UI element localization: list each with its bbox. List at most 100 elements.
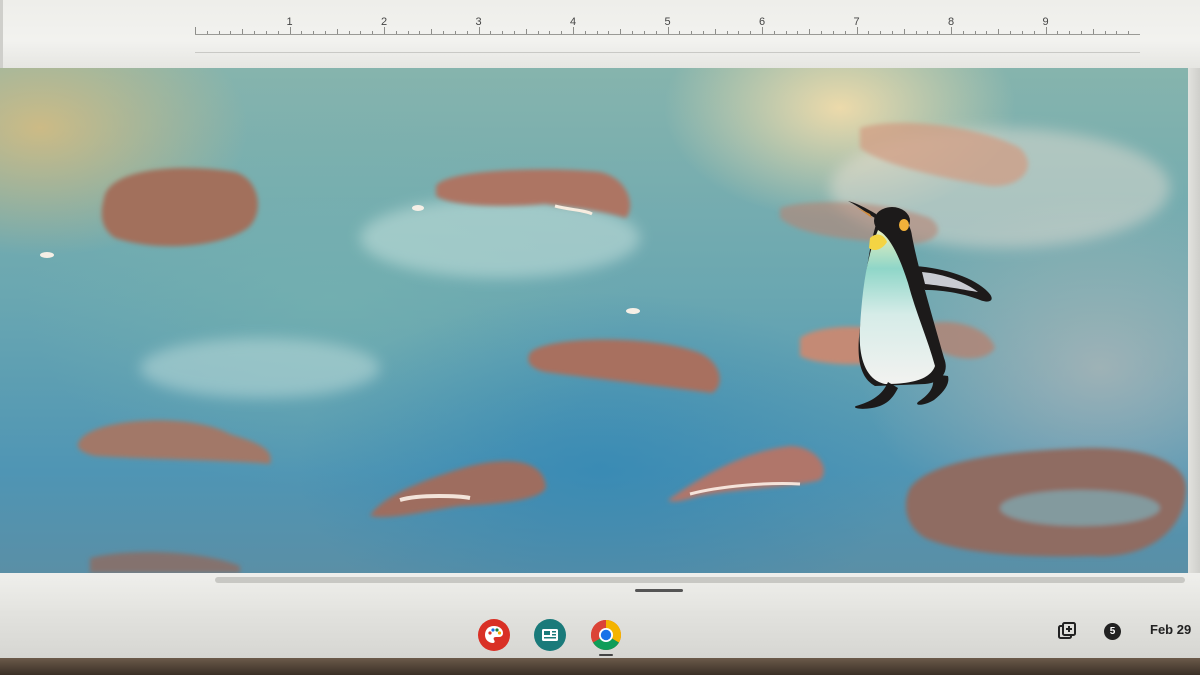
ruler-tick [301,31,303,34]
ruler-tick [1069,31,1071,34]
ruler-tick [1116,31,1118,34]
embedded-painting-image[interactable] [0,68,1188,573]
date-label[interactable]: Feb 29 [1150,622,1191,637]
right-scroll-edge [1188,68,1200,573]
ruler-tick [277,31,279,34]
ruler-tick [726,31,728,34]
ruler-tick [218,31,220,34]
ruler-tick [407,31,409,34]
ruler-tick [513,31,515,34]
ruler-tick [490,31,492,34]
ruler-tick [336,29,338,34]
ruler-tick [891,31,893,34]
ruler-tick [584,31,586,34]
ruler-tick [324,31,326,34]
ruler-tick [738,31,740,34]
ruler-tick [265,31,267,34]
ruler-tick [454,31,456,34]
ruler-tick [242,29,244,34]
ruler-tick [443,31,445,34]
ruler-tick [903,29,905,34]
ruler-tick [525,29,527,34]
ruler-tick [998,29,1000,34]
ruler-tick [289,27,291,34]
ruler-tick [537,31,539,34]
ruler-tick [691,31,693,34]
ruler-tick [230,31,232,34]
shelf-drag-handle[interactable] [635,589,683,592]
ruler-tick [915,31,917,34]
ruler-tick [1092,29,1094,34]
ruler-tick [714,29,716,34]
ruler-tick [939,31,941,34]
ruler-tick [880,31,882,34]
ruler-tick [478,27,480,34]
ruler-tick [927,31,929,34]
ruler-tick [750,31,752,34]
ruler-tick [206,31,208,34]
ruler-tick [667,27,669,34]
ruler-tick [419,31,421,34]
painting-svg [40,122,1186,573]
ruler-tick [1057,31,1059,34]
chrome-icon[interactable] [590,619,622,651]
screencast-icon[interactable] [534,619,566,651]
ruler-tick [809,29,811,34]
ruler-tick [856,27,858,34]
palette-icon[interactable] [478,619,510,651]
notification-count-badge[interactable]: 5 [1104,623,1121,640]
ruler-tick [643,31,645,34]
rock-4 [77,420,271,464]
ruler-tick [785,31,787,34]
horizontal-scrollbar[interactable] [215,577,1185,583]
ruler-tick [632,31,634,34]
ruler-tick [962,31,964,34]
ruler-tick [549,31,551,34]
rock-3 [528,339,720,393]
ruler-tick [620,29,622,34]
document-ruler-area: 123456789 [0,0,1200,600]
ruler-tick [832,31,834,34]
ruler-tick [986,31,988,34]
ruler-tick [395,31,397,34]
ruler-tick [360,31,362,34]
ruler-tick [1080,31,1082,34]
ruler-tick [502,31,504,34]
ruler-tick [974,31,976,34]
rock-5 [370,461,546,518]
horizontal-ruler[interactable]: 123456789 [195,12,1140,36]
ruler-tick [702,31,704,34]
ruler-tick [195,27,196,34]
ruler-tick [797,31,799,34]
ruler-tick [348,31,350,34]
ruler-tick [596,31,598,34]
rock-1 [101,167,258,247]
tote-icon[interactable] [1056,620,1078,642]
ruler-tick [431,29,433,34]
ruler-tick [655,31,657,34]
ruler-tick [821,31,823,34]
ruler-tick [762,27,763,34]
rock-12 [90,551,240,573]
chrome-running-indicator [599,654,613,656]
ruler-tick [1010,31,1012,34]
ruler-baseline [195,34,1140,35]
screen-bezel [0,658,1200,675]
ruler-tick [679,31,681,34]
ruler-tick [313,31,315,34]
rock-7-water [1000,490,1160,526]
ruler-guide-line [195,52,1140,53]
ruler-tick [1021,31,1023,34]
ruler-tick [466,31,468,34]
ruler-tick [951,27,952,34]
ruler-tick [608,31,610,34]
ruler-tick [372,31,374,34]
ruler-tick [773,31,775,34]
ruler-tick [573,27,574,34]
ruler-tick [1033,31,1035,34]
ruler-tick [254,31,256,34]
ruler-tick [1104,31,1106,34]
ruler-tick [868,31,870,34]
ruler-tick [384,27,385,34]
ruler-tick [844,31,846,34]
